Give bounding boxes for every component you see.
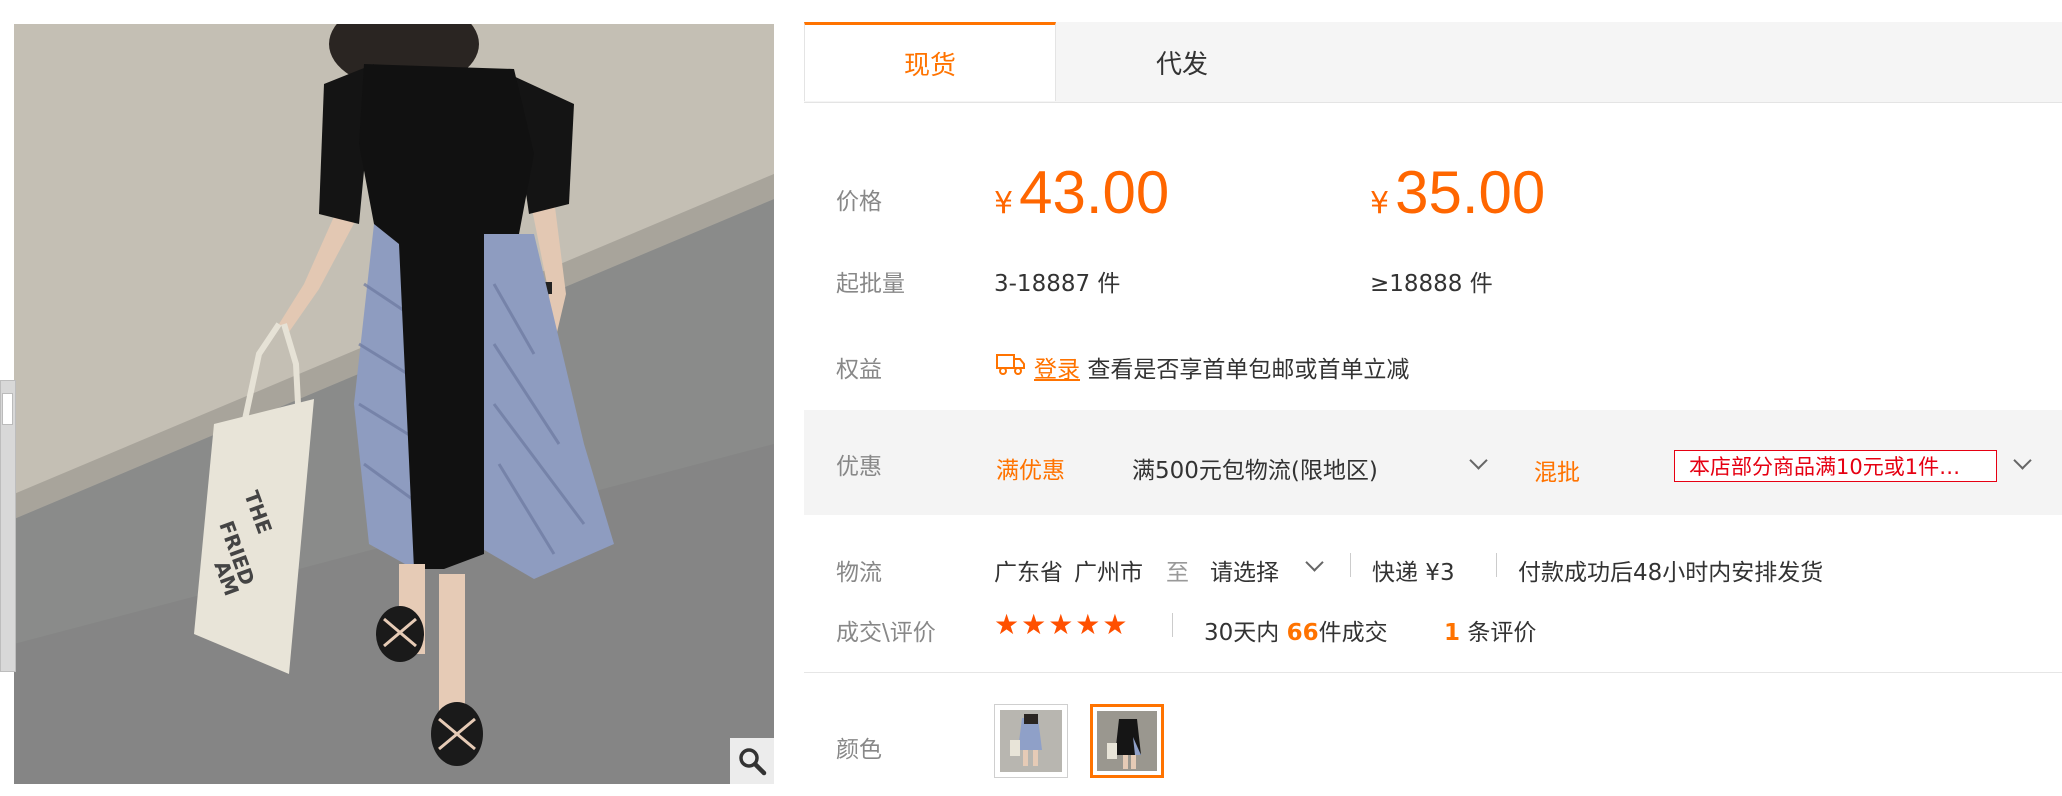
moq-unit: 件: [1097, 271, 1121, 297]
currency-symbol: ¥: [994, 186, 1014, 221]
moq-unit: 件: [1469, 271, 1493, 297]
express-fee: 快递 ¥3: [1372, 560, 1455, 586]
logistics-label: 物流: [836, 560, 882, 586]
color-label: 颜色: [836, 737, 882, 763]
coupon-badge[interactable]: 本店部分商品满10元或1件…: [1674, 450, 1997, 482]
moq-range: ≥18888: [1370, 271, 1463, 297]
sales-count: 66: [1286, 620, 1319, 646]
moq-tier-2: ≥18888 件: [1370, 264, 1493, 298]
promo-tag-hunpi[interactable]: 混批: [1534, 453, 1580, 487]
divider: [804, 672, 2062, 673]
price-tier-1: ¥43.00: [994, 158, 1169, 227]
chevron-down-icon[interactable]: [1305, 553, 1324, 572]
swatch-thumbnail: [1097, 711, 1157, 771]
ship-from-city: 广州市: [1074, 560, 1143, 586]
product-photo-illustration: THE FRIED AM: [14, 24, 774, 784]
tab-daifa[interactable]: 代发: [1056, 22, 1308, 102]
review-count: 1: [1444, 620, 1461, 646]
destination-select[interactable]: 请选择: [1210, 553, 1279, 587]
promo-tag-manyouhui[interactable]: 满优惠: [996, 451, 1065, 485]
delivery-truck-icon: [994, 350, 1026, 382]
currency-symbol: ¥: [1370, 186, 1390, 221]
promo-label: 优惠: [836, 454, 882, 480]
side-collapse-tab[interactable]: [0, 380, 16, 672]
rights-label: 权益: [836, 357, 882, 383]
ship-from-province: 广东省: [994, 560, 1063, 586]
ship-to-label: 至: [1166, 560, 1189, 586]
color-swatch-option-selected[interactable]: [1090, 704, 1164, 778]
moq-range: 3-18887: [994, 271, 1091, 297]
sales-summary: 30天内 66件成交: [1204, 613, 1388, 647]
login-link[interactable]: 登录: [1034, 357, 1080, 383]
sales-prefix: 30天内: [1204, 620, 1280, 646]
review-suffix: 条评价: [1467, 620, 1537, 646]
sales-suffix: 件成交: [1318, 620, 1388, 646]
moq-tier-1: 3-18887 件: [994, 264, 1120, 298]
rights-text: 查看是否享首单包邮或首单立减: [1087, 357, 1410, 383]
tab-bar: 现货 代发: [804, 22, 2062, 103]
ship-time-note: 付款成功后48小时内安排发货: [1518, 560, 1824, 586]
moq-label: 起批量: [836, 271, 905, 297]
review-summary[interactable]: 1 条评价: [1444, 613, 1536, 647]
color-swatch-option[interactable]: [994, 704, 1068, 778]
product-main-image[interactable]: THE FRIED AM: [14, 24, 774, 784]
price-label: 价格: [836, 189, 882, 215]
rating-stars: ★★★★★: [994, 608, 1130, 641]
price-tier-2: ¥35.00: [1370, 158, 1545, 227]
zoom-search-icon[interactable]: [730, 738, 774, 784]
promo-desc[interactable]: 满500元包物流(限地区): [1132, 451, 1378, 485]
price-amount: 35.00: [1395, 159, 1546, 226]
tab-xianhuo[interactable]: 现货: [804, 22, 1056, 101]
swatch-thumbnail: [1000, 710, 1062, 772]
price-amount: 43.00: [1019, 159, 1170, 226]
deals-label: 成交\评价: [836, 620, 936, 646]
